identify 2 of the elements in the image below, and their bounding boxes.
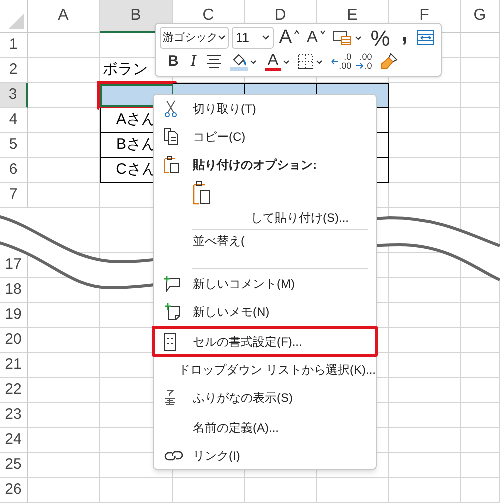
menu-heading: 貼り付けのオプション:: [193, 157, 317, 174]
menu-item-text: して貼り付け(S)...: [250, 210, 349, 227]
